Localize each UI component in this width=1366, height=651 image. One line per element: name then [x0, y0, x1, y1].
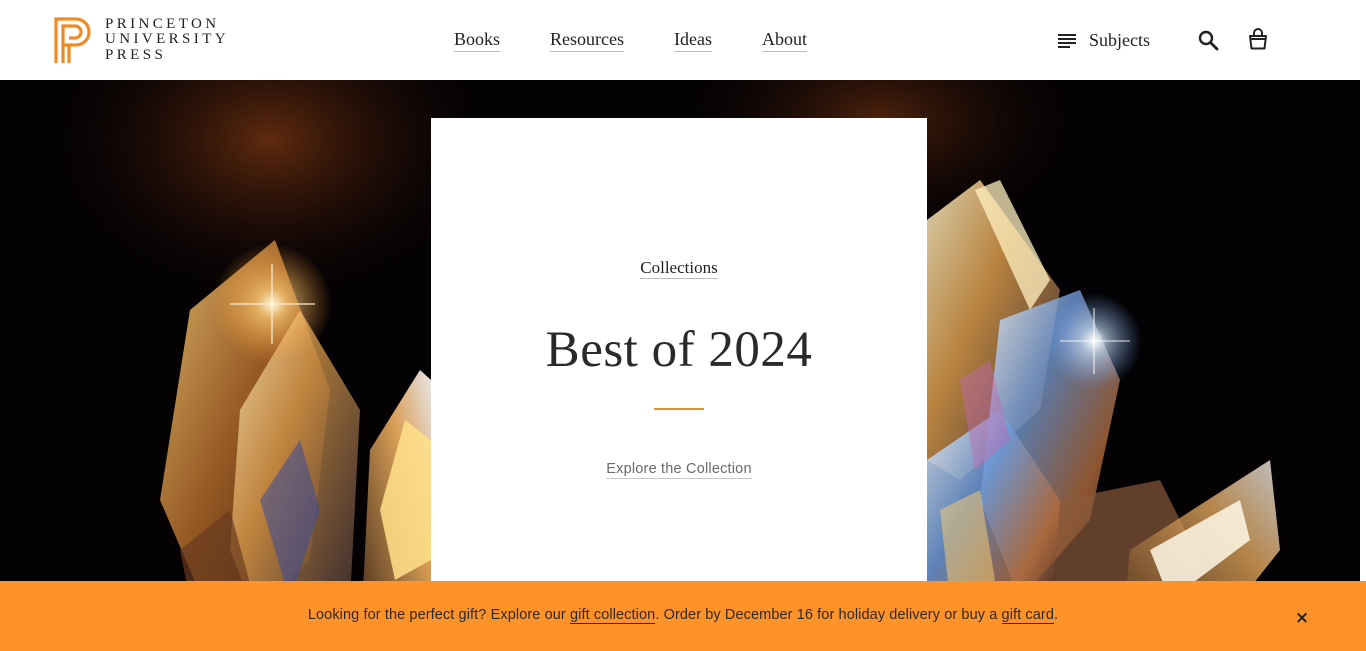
nav-item-books[interactable]: Books [454, 29, 501, 52]
promo-text-3: . [1054, 607, 1059, 623]
card-cta: Explore the Collection [431, 460, 927, 479]
logo-wordmark: PRINCETON UNIVERSITY PRESS [105, 15, 229, 64]
card-title: Best of 2024 [545, 322, 813, 378]
logo-line-3: PRESS [105, 46, 167, 63]
promo-text-2: . Order by December 16 for holiday deliv… [655, 607, 1002, 623]
promo-text-1: Looking for the perfect gift? Explore ou… [307, 607, 566, 623]
holiday-promo-banner: Looking for the perfect gift? Explore ou… [0, 581, 1366, 651]
shopping-bag-icon[interactable] [1248, 28, 1268, 50]
subjects-label: Subjects [1089, 30, 1150, 50]
explore-collection-link[interactable]: Explore the Collection [606, 461, 752, 479]
site-header: PRINCETON UNIVERSITY PRESS Books Resourc… [0, 0, 1366, 80]
search-icon[interactable] [1198, 30, 1219, 51]
collections-link[interactable]: Collections [640, 258, 718, 279]
card-eyebrow: Collections [431, 258, 927, 279]
nav-item-about[interactable]: About [761, 29, 807, 52]
nav-item-ideas[interactable]: Ideas [674, 29, 712, 52]
gift-card-link[interactable]: gift card [1001, 607, 1055, 624]
gift-collection-link[interactable]: gift collection [569, 607, 656, 624]
main-navigation: Books Resources Ideas About [454, 29, 807, 52]
menu-lines-icon [1058, 33, 1076, 48]
scrollbar-gutter [1360, 80, 1366, 651]
nav-item-resources[interactable]: Resources [550, 29, 624, 52]
logo-mark-icon [54, 16, 91, 63]
promo-message: Looking for the perfect gift? Explore ou… [0, 607, 1366, 624]
logo-line-2: UNIVERSITY [105, 31, 229, 48]
princeton-university-press-logo[interactable]: PRINCETON UNIVERSITY PRESS [54, 16, 229, 64]
subjects-menu-button[interactable]: Subjects [1058, 30, 1150, 51]
card-divider [654, 408, 704, 410]
featured-collection-card: Collections Best of 2024 Explore the Col… [431, 118, 927, 598]
close-icon[interactable]: × [1294, 610, 1310, 627]
logo-line-1: PRINCETON [105, 15, 220, 32]
